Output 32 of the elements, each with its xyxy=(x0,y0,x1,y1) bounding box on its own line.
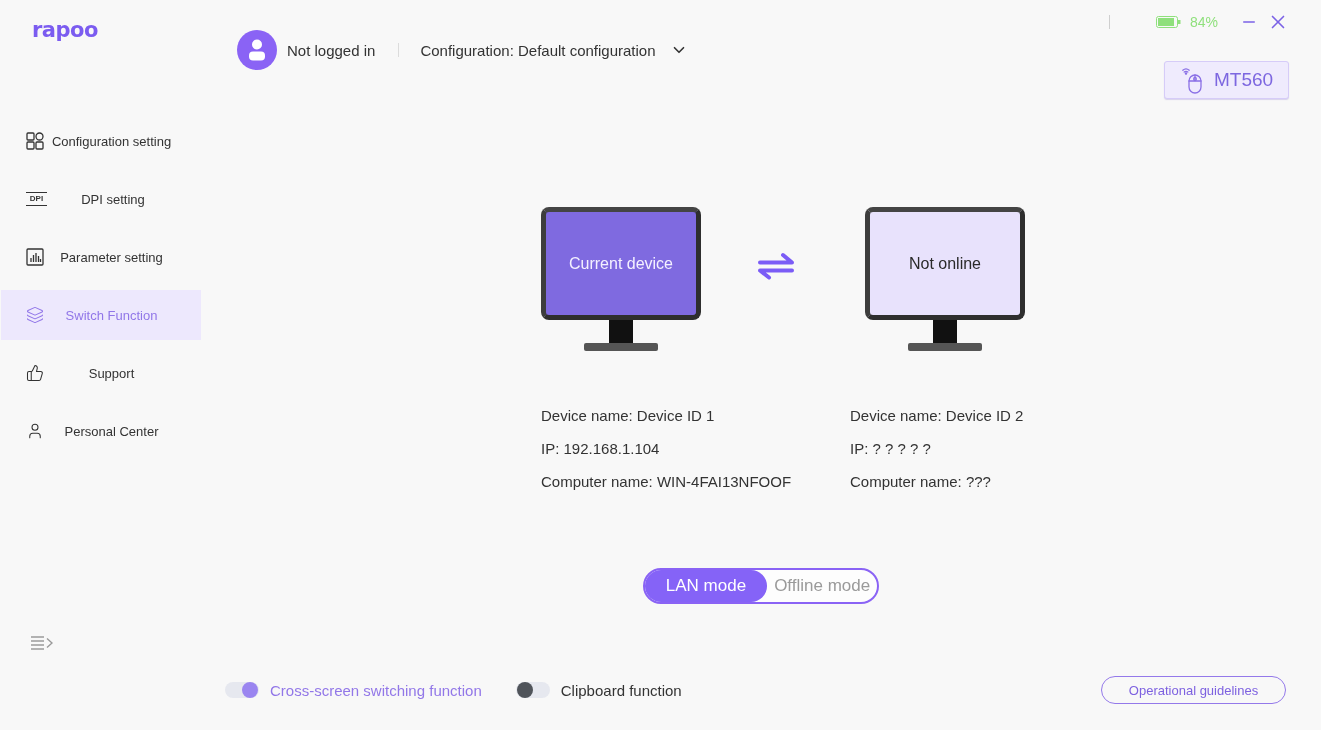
battery-icon xyxy=(1155,16,1181,28)
sidebar-item[interactable]: Support xyxy=(1,348,201,398)
device-detail: IP: ? ? ? ? ? xyxy=(850,439,931,459)
avatar-icon[interactable] xyxy=(237,30,277,70)
device-detail: Device name: Device ID 2 xyxy=(850,406,1024,426)
sidebar-item[interactable]: DPI DPI setting xyxy=(1,174,201,224)
device-detail: Computer name: WIN-4FAI13NFOOF xyxy=(541,472,792,492)
user-icon xyxy=(26,422,44,440)
toggle-switch[interactable] xyxy=(515,682,550,698)
toggle-switch[interactable] xyxy=(225,682,259,698)
configuration-dropdown[interactable]: Configuration: Default configuration xyxy=(420,41,688,59)
device-detail: Device name: Device ID 1 xyxy=(541,406,715,426)
device-detail: IP: 192.168.1.104 xyxy=(541,439,660,459)
device-detail: Computer name: ??? xyxy=(850,472,991,492)
layers-icon xyxy=(26,306,44,324)
sidebar-item[interactable]: Personal Center xyxy=(1,406,201,456)
sidebar-item[interactable]: Parameter setting xyxy=(1,232,201,282)
device-button[interactable]: MT560 xyxy=(1164,61,1289,99)
toggle-label: Clipboard function xyxy=(560,681,682,699)
mode-option[interactable]: LAN mode xyxy=(644,570,768,602)
expand-menu-icon[interactable] xyxy=(31,636,53,650)
login-status: Not logged in xyxy=(287,41,376,59)
grid-icon xyxy=(26,132,44,150)
logo: rapoo xyxy=(32,17,98,43)
toggle-label: Cross-screen switching function xyxy=(270,681,482,699)
sidebar-item[interactable]: Configuration setting xyxy=(1,116,201,166)
battery-percent: 84% xyxy=(1189,14,1218,30)
screen-label: Current device xyxy=(568,254,673,273)
thumbs-up-icon xyxy=(26,364,44,382)
screen-label: Not online xyxy=(908,254,981,273)
bar-chart-icon xyxy=(26,248,44,266)
wireless-mouse-icon xyxy=(1182,66,1202,94)
